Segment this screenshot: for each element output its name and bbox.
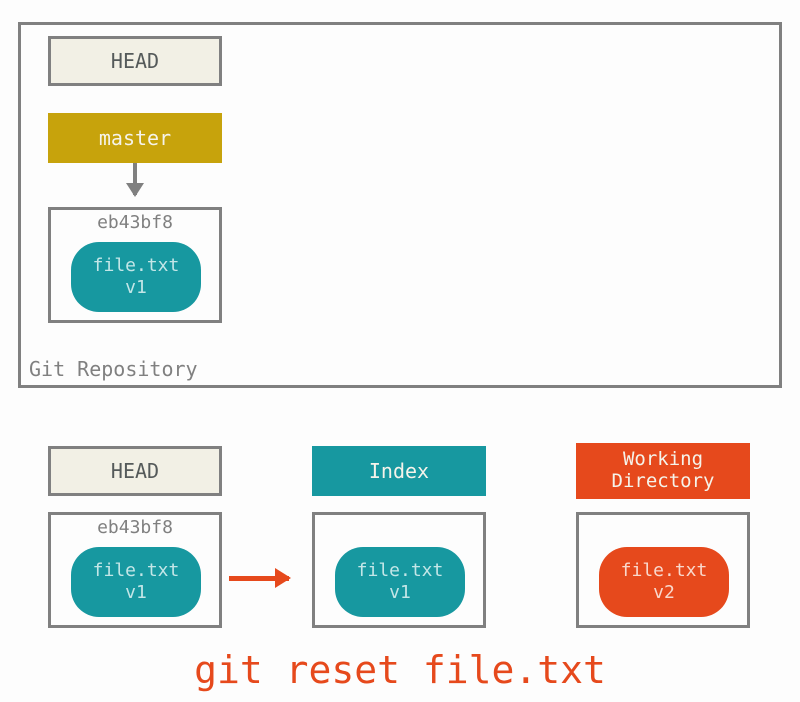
area-head-blob: file.txtv1	[71, 547, 201, 617]
area-head-box: HEAD	[48, 446, 222, 496]
repo-commit-box: eb43bf8 file.txtv1	[48, 207, 222, 323]
repo-branch-label: master	[99, 127, 171, 150]
area-index-container: file.txtv1	[312, 512, 486, 628]
area-index-label: Index	[369, 460, 429, 483]
repo-commit-hash: eb43bf8	[51, 212, 219, 233]
area-head-label: HEAD	[111, 460, 159, 483]
area-wd-file: file.txtv2	[621, 560, 708, 603]
area-wd-container: file.txtv2	[576, 512, 750, 628]
area-head-commit-hash: eb43bf8	[51, 517, 219, 538]
repo-head-label: HEAD	[111, 50, 159, 73]
area-wd-label: Working Directory	[612, 449, 715, 493]
area-wd-blob: file.txtv2	[599, 547, 729, 617]
command-text: git reset file.txt	[0, 648, 800, 692]
repo-commit-file: file.txtv1	[93, 255, 180, 298]
arrow-branch-to-commit	[133, 163, 137, 195]
git-repository-label: Git Repository	[29, 357, 198, 381]
arrow-head-to-index	[229, 576, 289, 581]
repo-head-box: HEAD	[48, 36, 222, 86]
area-index-blob: file.txtv1	[335, 547, 465, 617]
area-wd-box: Working Directory	[576, 443, 750, 499]
area-index-box: Index	[312, 446, 486, 496]
area-head-commit-box: eb43bf8 file.txtv1	[48, 512, 222, 628]
area-index-file: file.txtv1	[357, 560, 444, 603]
repo-branch-box: master	[48, 113, 222, 163]
area-head-file: file.txtv1	[93, 560, 180, 603]
repo-commit-blob: file.txtv1	[71, 242, 201, 312]
